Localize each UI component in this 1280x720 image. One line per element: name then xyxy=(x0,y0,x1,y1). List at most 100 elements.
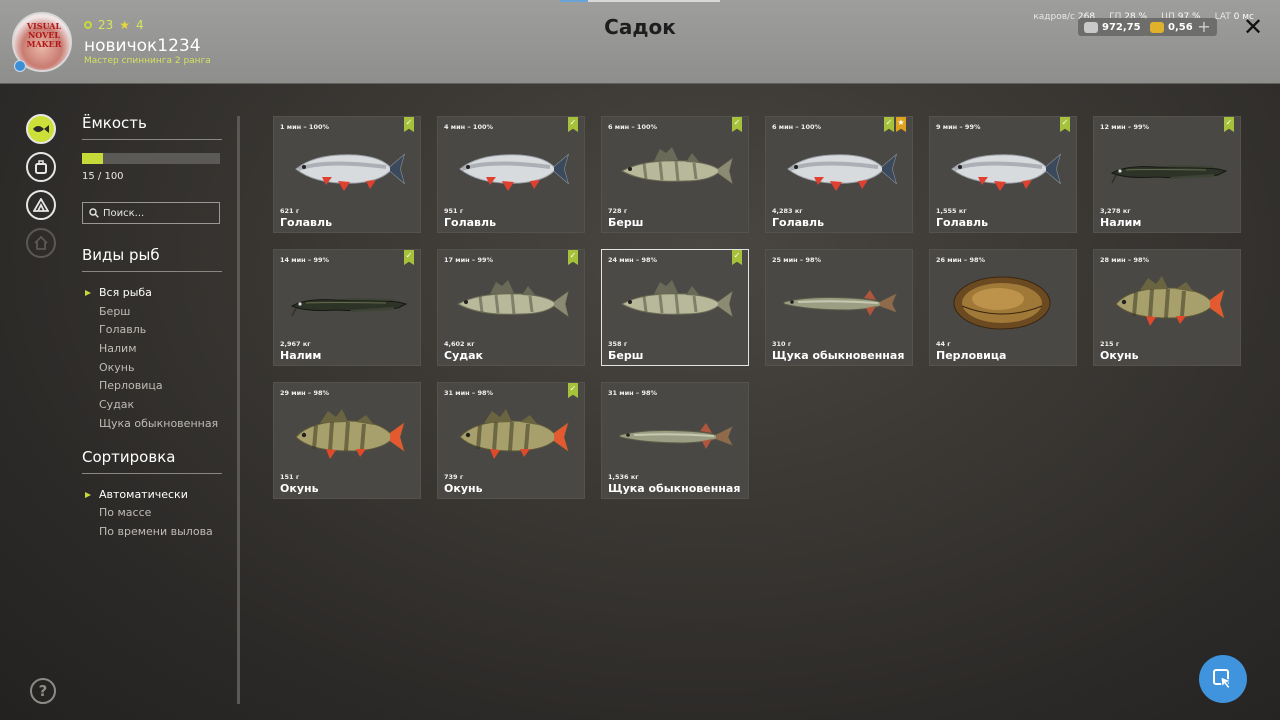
species-filter-item-1[interactable]: Берш xyxy=(82,303,222,322)
species-title: Виды рыб xyxy=(82,246,222,272)
sort-option-2[interactable]: По времени вылова xyxy=(82,523,222,542)
species-list: Вся рыба Берш Голавль Налим Окунь Перловица Су… xyxy=(82,284,222,434)
catch-time: 17 мин – 99% xyxy=(444,256,494,264)
mussel-image xyxy=(953,276,1051,330)
check-badge-icon: ✓ xyxy=(568,250,578,265)
zander-image xyxy=(620,280,733,318)
search-input[interactable]: Поиск... xyxy=(82,202,220,224)
help-icon[interactable]: ? xyxy=(30,678,56,704)
fish-badges: ✓ xyxy=(1060,117,1070,132)
silver-amount: 972,75 xyxy=(1102,21,1141,33)
loading-line xyxy=(560,0,720,2)
gold-coin-icon xyxy=(1150,21,1164,33)
sidebar-icons xyxy=(26,114,58,266)
fish-card[interactable]: 26 мин – 98% 44 г Перловица xyxy=(929,249,1077,366)
fish-weight: 621 г xyxy=(280,207,300,215)
check-badge-icon: ✓ xyxy=(568,383,578,398)
capacity-bar xyxy=(82,153,220,164)
filter-panel: Ёмкость 15 / 100 Поиск... Виды рыб Вся р… xyxy=(82,114,222,542)
species-filter-item-2[interactable]: Голавль xyxy=(82,321,222,340)
fish-card[interactable]: 31 мин – 98% ✓ 739 г Окунь xyxy=(437,382,585,499)
chub-image xyxy=(951,153,1061,191)
cursor-mode-button[interactable] xyxy=(1199,655,1247,703)
fish-badges: ✓ xyxy=(568,117,578,132)
bag-icon[interactable] xyxy=(26,152,56,182)
species-filter-item-3[interactable]: Налим xyxy=(82,340,222,359)
fish-name: Голавль xyxy=(280,216,333,229)
pike-image xyxy=(783,290,898,316)
fish-grid: 1 мин – 100% ✓ 621 г Голавль 4 мин – 100% ✓ 95… xyxy=(273,116,1243,499)
catch-time: 29 мин – 98% xyxy=(280,389,330,397)
fish-weight: 44 г xyxy=(936,340,951,348)
panel-divider xyxy=(237,116,240,704)
fish-name: Окунь xyxy=(1100,349,1139,362)
check-badge-icon: ✓ xyxy=(884,117,894,132)
silver-balance: 972,75 xyxy=(1078,18,1147,36)
catch-time: 6 мин – 100% xyxy=(608,123,658,131)
fish-card[interactable]: 17 мин – 99% ✓ 4,602 кг Судак xyxy=(437,249,585,366)
fish-weight: 1,555 кг xyxy=(936,207,967,215)
house-icon xyxy=(26,228,56,258)
player-rank: Мастер спиннинга 2 ранга xyxy=(84,56,211,66)
fish-name: Окунь xyxy=(444,482,483,495)
check-badge-icon: ✓ xyxy=(732,250,742,265)
catch-time: 28 мин – 98% xyxy=(1100,256,1150,264)
fish-badges: ✓ xyxy=(732,117,742,132)
add-gold-button[interactable]: + xyxy=(1196,19,1212,35)
username: новичок1234 xyxy=(84,36,201,56)
fish-card[interactable]: 1 мин – 100% ✓ 621 г Голавль xyxy=(273,116,421,233)
capacity-title: Ёмкость xyxy=(82,114,222,140)
species-filter-item-5[interactable]: Перловица xyxy=(82,377,222,396)
species-filter-item-7[interactable]: Щука обыкновенная xyxy=(82,415,222,434)
fish-name: Берш xyxy=(608,349,644,362)
fish-badges: ✓ xyxy=(732,250,742,265)
fish-card[interactable]: 31 мин – 98% 1,536 кг Щука обыкновенная xyxy=(601,382,749,499)
perch-image xyxy=(295,409,405,459)
chub-image xyxy=(787,153,897,191)
fish-name: Голавль xyxy=(444,216,497,229)
catch-time: 24 мин – 98% xyxy=(608,256,658,264)
zander-image xyxy=(620,147,733,185)
fish-card[interactable]: 6 мин – 100% ✓ ★ 4,283 кг Голавль xyxy=(765,116,913,233)
fish-name: Голавль xyxy=(772,216,825,229)
fish-card[interactable]: 14 мин – 99% ✓ 2,967 кг Налим xyxy=(273,249,421,366)
close-button[interactable]: ✕ xyxy=(1240,14,1266,40)
catch-time: 1 мин – 100% xyxy=(280,123,330,131)
species-filter-item-6[interactable]: Судак xyxy=(82,396,222,415)
top-bar: VISUAL NOVEL MAKER 23 ★ 4 новичок1234 Ма… xyxy=(0,0,1280,84)
chub-image xyxy=(295,153,405,191)
species-filter-item-0[interactable]: Вся рыба xyxy=(82,284,222,303)
pike-image xyxy=(619,423,734,449)
catch-time: 14 мин – 99% xyxy=(280,256,330,264)
sort-title: Сортировка xyxy=(82,448,222,474)
cursor-icon xyxy=(1213,669,1233,690)
fish-name: Налим xyxy=(280,349,322,362)
fish-card[interactable]: 29 мин – 98% 151 г Окунь xyxy=(273,382,421,499)
fish-name: Налим xyxy=(1100,216,1142,229)
fish-card[interactable]: 6 мин – 100% ✓ 728 г Берш xyxy=(601,116,749,233)
fish-card[interactable]: 4 мин – 100% ✓ 951 г Голавль xyxy=(437,116,585,233)
fish-badges: ✓ ★ xyxy=(884,117,906,132)
fish-name: Перловица xyxy=(936,349,1007,362)
fish-badges: ✓ xyxy=(404,250,414,265)
fish-card[interactable]: 24 мин – 98% ✓ 358 г Берш xyxy=(601,249,749,366)
camp-icon[interactable] xyxy=(26,190,56,220)
species-filter-item-4[interactable]: Окунь xyxy=(82,359,222,378)
fish-card[interactable]: 9 мин – 99% ✓ 1,555 кг Голавль xyxy=(929,116,1077,233)
fish-keepnet-icon[interactable] xyxy=(26,114,56,144)
fish-name: Судак xyxy=(444,349,484,362)
fish-card[interactable]: 12 мин – 99% ✓ 3,278 кг Налим xyxy=(1093,116,1241,233)
burbot-image xyxy=(1110,165,1228,184)
fish-weight: 1,536 кг xyxy=(608,473,639,481)
chub-image xyxy=(459,153,569,191)
sort-option-1[interactable]: По массе xyxy=(82,504,222,523)
fish-name: Голавль xyxy=(936,216,989,229)
fish-badges: ✓ xyxy=(568,383,578,398)
fish-card[interactable]: 28 мин – 98% 215 г Окунь xyxy=(1093,249,1241,366)
fish-card[interactable]: 25 мин – 98% 310 г Щука обыкновенная xyxy=(765,249,913,366)
catch-time: 31 мин – 98% xyxy=(444,389,494,397)
catch-time: 12 мин – 99% xyxy=(1100,123,1150,131)
fish-weight: 310 г xyxy=(772,340,792,348)
fish-weight: 151 г xyxy=(280,473,300,481)
sort-option-0[interactable]: Автоматически xyxy=(82,486,222,505)
